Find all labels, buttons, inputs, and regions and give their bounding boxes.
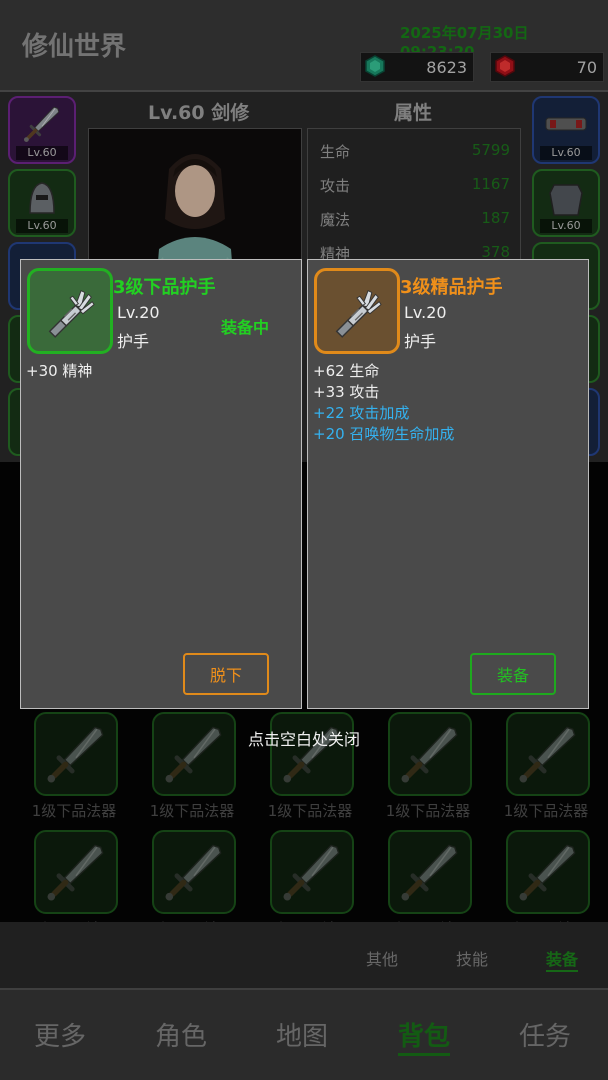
equipped-item-name: 3级下品护手 bbox=[113, 277, 216, 298]
equipped-item-level: Lv.20 bbox=[117, 303, 160, 322]
equipped-item-type: 护手 bbox=[117, 332, 150, 351]
close-hint: 点击空白处关闭 bbox=[247, 730, 360, 749]
equipped-item-icon-frame bbox=[27, 268, 113, 354]
item-stat: +62 生命 bbox=[313, 362, 380, 380]
unequip-button[interactable]: 脱下 bbox=[183, 653, 269, 695]
item-bonus-stat: +22 攻击加成 bbox=[313, 404, 410, 422]
new-item-type: 护手 bbox=[404, 332, 437, 351]
item-stat: +30 精神 bbox=[26, 362, 93, 380]
equipped-item-popup: 3级下品护手 Lv.20 护手 装备中 +30 精神 脱下 bbox=[20, 259, 302, 709]
item-bonus-stat: +20 召唤物生命加成 bbox=[313, 425, 455, 443]
gauntlet-icon bbox=[320, 274, 394, 348]
new-item-level: Lv.20 bbox=[404, 303, 447, 322]
equipped-status-badge: 装备中 bbox=[221, 318, 270, 337]
new-item-popup: 3级精品护手 Lv.20 护手 +62 生命 +33 攻击 +22 攻击加成 +… bbox=[307, 259, 589, 709]
new-item-icon-frame bbox=[314, 268, 400, 354]
new-item-name: 3级精品护手 bbox=[400, 277, 503, 298]
item-stat: +33 攻击 bbox=[313, 383, 380, 401]
gauntlet-icon bbox=[33, 274, 107, 348]
equip-button[interactable]: 装备 bbox=[470, 653, 556, 695]
